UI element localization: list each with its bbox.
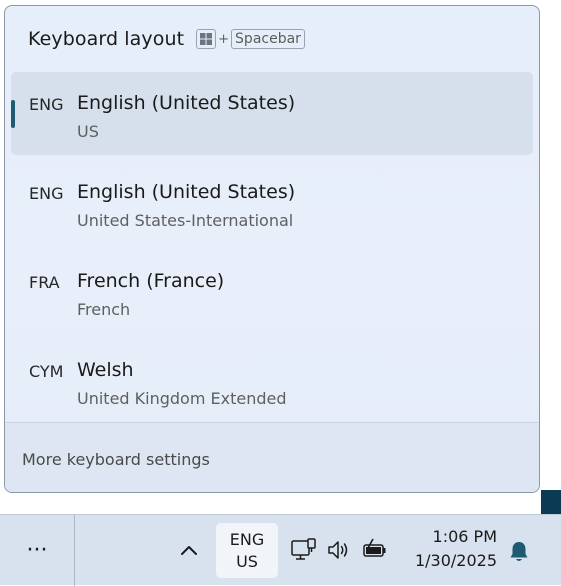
flyout-header: Keyboard layout + Spacebar bbox=[5, 6, 539, 72]
notification-bell-icon[interactable] bbox=[506, 539, 532, 565]
chevron-up-icon[interactable] bbox=[178, 539, 200, 561]
language-layout: United Kingdom Extended bbox=[77, 389, 287, 408]
input-indicator-layout: US bbox=[236, 551, 258, 571]
taskbar: ··· ENG US 1:06 PM 1/30/2025 bbox=[0, 514, 561, 586]
language-name: French (France) bbox=[77, 270, 225, 292]
battery-charging-icon[interactable] bbox=[361, 536, 389, 564]
language-name: Welsh bbox=[77, 359, 134, 381]
more-keyboard-settings-link[interactable]: More keyboard settings bbox=[22, 450, 210, 469]
language-item-cym[interactable]: CYM Welsh United Kingdom Extended bbox=[11, 339, 533, 428]
flyout-title: Keyboard layout bbox=[28, 28, 185, 50]
language-name: English (United States) bbox=[77, 181, 296, 203]
language-abbr: CYM bbox=[29, 362, 64, 381]
language-layout: French bbox=[77, 300, 131, 319]
language-layout: United States-International bbox=[77, 211, 294, 230]
language-abbr: ENG bbox=[29, 184, 64, 203]
clock-date: 1/30/2025 bbox=[414, 551, 497, 570]
spacebar-key: Spacebar bbox=[231, 29, 305, 49]
shortcut-hint: + Spacebar bbox=[196, 29, 305, 49]
language-item-eng-us[interactable]: ENG English (United States) US bbox=[11, 72, 533, 155]
input-indicator-button[interactable]: ENG US bbox=[216, 523, 278, 578]
language-abbr: FRA bbox=[29, 273, 60, 292]
language-name: English (United States) bbox=[77, 92, 296, 114]
input-indicator-lang: ENG bbox=[229, 529, 265, 549]
selected-indicator bbox=[11, 100, 15, 128]
language-list: ENG English (United States) US ENG Engli… bbox=[5, 72, 539, 428]
shortcut-plus: + bbox=[218, 31, 230, 47]
network-icon[interactable] bbox=[290, 536, 318, 564]
taskbar-overflow-button[interactable]: ··· bbox=[0, 515, 75, 586]
language-abbr: ENG bbox=[29, 95, 64, 114]
windows-key-icon bbox=[196, 29, 217, 49]
desktop-background bbox=[541, 490, 561, 514]
language-item-fra[interactable]: FRA French (France) French bbox=[11, 250, 533, 339]
keyboard-layout-flyout: Keyboard layout + Spacebar ENG English (… bbox=[4, 5, 540, 493]
language-layout: US bbox=[77, 122, 99, 141]
flyout-footer: More keyboard settings bbox=[5, 422, 539, 492]
clock-time: 1:06 PM bbox=[432, 527, 497, 546]
volume-icon[interactable] bbox=[325, 536, 353, 564]
language-item-eng-intl[interactable]: ENG English (United States) United State… bbox=[11, 161, 533, 250]
more-dots-icon: ··· bbox=[26, 538, 48, 563]
clock-button[interactable]: 1:06 PM 1/30/2025 bbox=[405, 525, 497, 573]
